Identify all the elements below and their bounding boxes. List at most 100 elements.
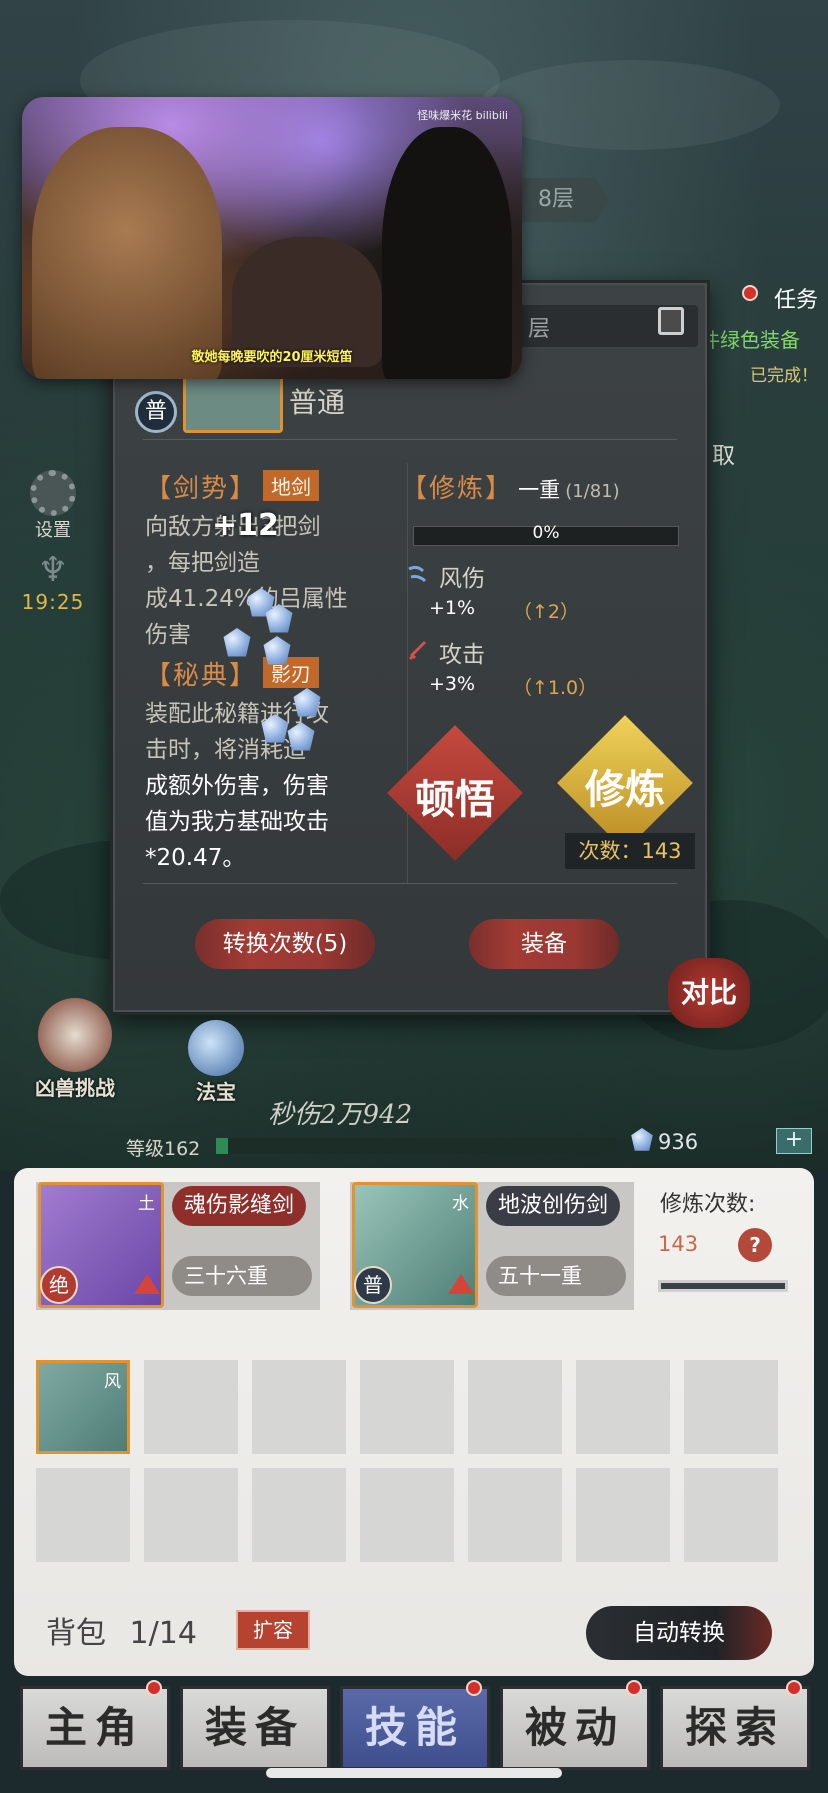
settings-button[interactable]: 设置 — [18, 470, 88, 542]
practice-label: 修炼 — [585, 766, 665, 813]
rank-badge: 普 — [354, 1266, 392, 1304]
convert-count-button[interactable]: 转换次数(5) — [195, 919, 375, 969]
rarity-badge: 普 — [135, 391, 177, 433]
add-gems-button[interactable]: + — [776, 1128, 812, 1154]
sword-icon — [408, 640, 427, 661]
cultivation-bar — [658, 1280, 788, 1292]
help-button[interactable]: ? — [738, 1228, 772, 1262]
stat-wind-damage: 风伤 +1% （↑2） — [405, 563, 579, 623]
tab-explore[interactable]: 探索 — [660, 1686, 810, 1770]
inventory-slot[interactable] — [252, 1360, 346, 1454]
insight-label: 顿悟 — [415, 776, 495, 823]
task-status: 已完成！ — [750, 366, 818, 386]
compare-button[interactable]: 对比 — [668, 958, 750, 1028]
cultivate-progress-text: 0% — [532, 523, 560, 543]
beast-challenge-button[interactable]: 凶兽挑战 — [30, 998, 120, 1101]
tab-hero[interactable]: 主角 — [20, 1686, 170, 1770]
floor-lock-label: 层 — [528, 317, 551, 342]
sword-title: 【剑势】 — [145, 474, 258, 504]
cultivate-level-progress: (1/81) — [565, 481, 620, 502]
inventory-slot[interactable] — [144, 1360, 238, 1454]
inventory-slot[interactable] — [252, 1468, 346, 1562]
beast-label: 凶兽挑战 — [35, 1076, 115, 1100]
inventory-slot[interactable] — [684, 1360, 778, 1454]
cultivation-count: 143 — [658, 1232, 699, 1256]
inventory-slot[interactable] — [468, 1468, 562, 1562]
equipped-skill-card[interactable]: 土 绝 魂伤影缝剑 三十六重 — [36, 1182, 320, 1310]
lock-icon[interactable] — [658, 307, 684, 335]
cultivate-level: 一重 — [518, 478, 561, 502]
level-progress-fill — [216, 1138, 228, 1154]
secret-title: 【秘典】 — [145, 661, 258, 691]
stat-upgrade: （↑1.0） — [513, 677, 598, 699]
practice-button[interactable]: 修炼 — [557, 715, 693, 851]
stat-upgrade: （↑2） — [513, 601, 580, 623]
gem-count: 936 — [658, 1130, 699, 1154]
sword-desc-line: ，每把剑造 — [145, 550, 260, 576]
task-description: 件绿色装备 — [700, 328, 800, 352]
cultivate-section: 【修炼】 一重 (1/81) — [401, 468, 701, 505]
element-tag: 土 — [138, 1194, 155, 1214]
skill-name: 魂伤影缝剑 — [172, 1186, 307, 1226]
task-title: 任务 — [773, 288, 818, 313]
rank-badge: 绝 — [40, 1266, 78, 1304]
video-caption: 敬她每晚要吹的20厘米短笛 — [191, 350, 353, 365]
gear-icon — [30, 470, 76, 516]
beast-icon — [38, 998, 112, 1072]
trident-icon: ♆ — [37, 550, 69, 590]
tab-equipment[interactable]: 装备 — [180, 1686, 330, 1770]
insight-button[interactable]: 顿悟 — [387, 725, 523, 861]
secret-desc-line: *20.47。 — [145, 845, 246, 871]
timer-widget[interactable]: ♆ 19:25 — [18, 550, 88, 614]
tab-skills[interactable]: 技能 — [340, 1686, 490, 1770]
stat-attack: 攻击 +3% （↑1.0） — [405, 639, 597, 699]
level-progress-bar — [216, 1138, 616, 1154]
treasure-label: 法宝 — [196, 1080, 236, 1104]
task-panel[interactable]: 任务 件绿色装备 已完成！ — [700, 282, 828, 386]
inventory-slot[interactable] — [360, 1468, 454, 1562]
inventory-slot[interactable]: 风 — [36, 1360, 130, 1454]
floating-video-player[interactable]: 怪味爆米花 bilibili 敬她每晚要吹的20厘米短笛 — [22, 97, 522, 379]
footer-divider — [143, 883, 677, 884]
inventory-slot[interactable] — [36, 1468, 130, 1562]
home-indicator[interactable] — [266, 1768, 562, 1778]
skill-name: 地波创伤剑 — [486, 1186, 621, 1226]
practice-count: 次数：143 — [565, 833, 695, 869]
inventory-slot[interactable] — [468, 1360, 562, 1454]
equip-button[interactable]: 装备 — [469, 919, 619, 969]
floor-indicator: 8层 — [510, 178, 610, 222]
inventory-slot[interactable] — [576, 1360, 670, 1454]
inventory-slot[interactable] — [144, 1468, 238, 1562]
video-brand-watermark: 怪味爆米花 bilibili — [417, 109, 508, 122]
player-level: 等级162 — [126, 1138, 201, 1160]
tab-notification-dot — [626, 1680, 642, 1696]
treasure-button[interactable]: 法宝 — [176, 1020, 256, 1105]
sword-tag: 地剑 — [263, 470, 320, 501]
upgrade-arrow-icon — [134, 1274, 160, 1294]
auto-convert-button[interactable]: 自动转换 — [586, 1606, 772, 1660]
skill-detail-modal: 层 普 普通 【剑势】 地剑 向敌方射出3把剑 ，每把剑造 成41.24%的吕属性… — [110, 280, 710, 1015]
tab-notification-dot — [466, 1680, 482, 1696]
tab-passive[interactable]: 被动 — [500, 1686, 650, 1770]
treasure-icon — [188, 1020, 244, 1076]
floating-gain-number: +12 — [212, 508, 279, 543]
secret-desc-line: 值为我方基础攻击 — [145, 809, 329, 835]
dps-text: 秒伤2万942 — [268, 1100, 413, 1130]
expand-bag-button[interactable]: 扩容 — [236, 1610, 310, 1650]
inventory-slot[interactable] — [576, 1468, 670, 1562]
wind-icon — [408, 565, 427, 583]
stat-name: 攻击 — [439, 642, 485, 668]
rarity-text: 普通 — [289, 386, 346, 419]
cultivate-title: 【修炼】 — [401, 474, 514, 504]
task-notification-dot — [742, 285, 758, 301]
inventory-slot[interactable] — [684, 1468, 778, 1562]
tab-notification-dot — [786, 1680, 802, 1696]
header-divider — [143, 439, 677, 440]
equipped-skill-card[interactable]: 水 普 地波创伤剑 五十一重 — [350, 1182, 634, 1310]
claim-label[interactable]: 取 — [712, 436, 735, 470]
element-tag: 水 — [452, 1194, 469, 1214]
timer-text: 19:25 — [21, 590, 85, 614]
tab-notification-dot — [146, 1680, 162, 1696]
bag-label: 背包 1/14 — [46, 1608, 197, 1652]
inventory-slot[interactable] — [360, 1360, 454, 1454]
